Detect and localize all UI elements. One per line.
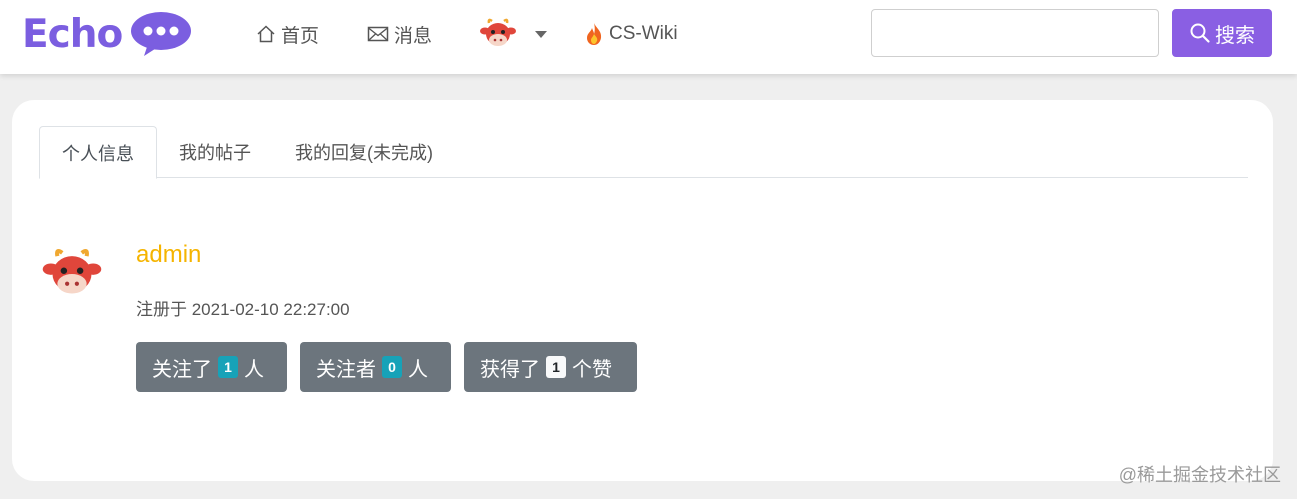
watermark: @稀土掘金技术社区	[1118, 465, 1281, 485]
search-input[interactable]	[871, 9, 1159, 57]
stat-suffix: 个赞	[572, 358, 612, 381]
nav-cs-wiki[interactable]: CS-Wiki	[584, 20, 678, 48]
nav-cs-wiki-label: CS-Wiki	[609, 23, 678, 44]
stat-suffix: 人	[408, 358, 428, 381]
nav-home-label: 首页	[281, 25, 320, 47]
nav-home[interactable]: 首页	[256, 20, 319, 48]
search-button[interactable]: 搜索	[1172, 9, 1272, 57]
nav-messages-label: 消息	[394, 25, 433, 47]
profile-username: admin	[136, 241, 202, 268]
top-navbar: Echo 首页 消息 CS-Wiki 搜索	[0, 0, 1297, 74]
stat-label: 获得了	[480, 358, 540, 381]
user-menu-dropdown[interactable]	[480, 16, 547, 52]
logo-text: Echo	[22, 11, 123, 57]
stat-label: 关注者	[316, 358, 376, 381]
chat-bubble-icon	[131, 12, 192, 56]
followers-button[interactable]: 关注者 0 人	[300, 342, 451, 392]
search-icon	[1190, 23, 1210, 43]
profile-tabs: 个人信息 我的帖子 我的回复(未完成)	[39, 126, 1248, 179]
followers-count-badge: 0	[382, 356, 402, 378]
brand-logo[interactable]: Echo	[22, 6, 192, 62]
following-count-badge: 1	[218, 356, 238, 378]
avatar	[42, 249, 102, 294]
envelope-icon	[367, 26, 389, 42]
nav-messages[interactable]: 消息	[367, 20, 432, 48]
registration-date: 注册于 2021-02-10 22:27:00	[136, 300, 350, 319]
chevron-down-icon	[535, 30, 547, 38]
stat-label: 关注了	[152, 358, 212, 381]
likes-count-badge: 1	[546, 356, 566, 378]
home-icon	[257, 25, 275, 43]
search-button-label: 搜索	[1215, 24, 1255, 47]
profile-card: 个人信息 我的帖子 我的回复(未完成) admin 注册于 2021-02-10…	[12, 100, 1273, 481]
tab-personal-info[interactable]: 个人信息	[39, 126, 157, 179]
fire-icon	[587, 23, 602, 45]
tab-my-posts[interactable]: 我的帖子	[157, 126, 273, 178]
cow-avatar-icon	[480, 18, 516, 46]
stat-suffix: 人	[244, 358, 264, 381]
tab-my-replies[interactable]: 我的回复(未完成)	[273, 126, 455, 178]
likes-received-button[interactable]: 获得了 1 个赞	[464, 342, 637, 392]
following-button[interactable]: 关注了 1 人	[136, 342, 287, 392]
